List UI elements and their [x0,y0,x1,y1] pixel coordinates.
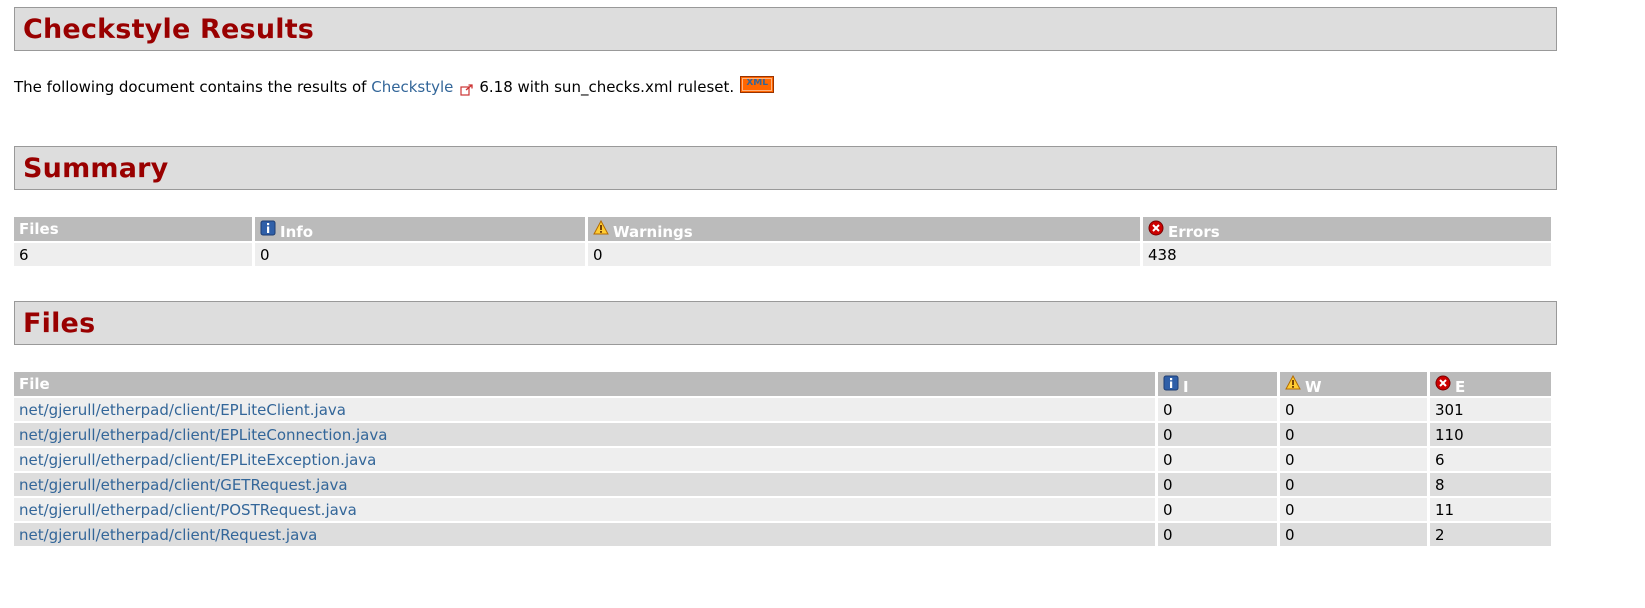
file-link[interactable]: net/gjerull/etherpad/client/GETRequest.j… [19,476,348,494]
summary-col-files: Files [14,217,252,241]
page-title: Checkstyle Results [23,13,315,45]
summary-header-row: Files Info Warnings Errors [14,217,1551,241]
summary-col-warnings: Warnings [588,217,1140,241]
file-cell: net/gjerull/etherpad/client/EPLiteClient… [14,398,1155,421]
files-col-info: I [1158,372,1277,396]
warning-icon [1285,374,1301,391]
files-title: Files [23,307,96,339]
warning-icon [593,219,609,236]
summary-col-info: Info [255,217,585,241]
warnings-cell: 0 [1280,448,1427,471]
file-cell: net/gjerull/etherpad/client/GETRequest.j… [14,473,1155,496]
table-row: net/gjerull/etherpad/client/POSTRequest.… [14,498,1551,521]
summary-col-errors: Errors [1143,217,1551,241]
info-cell: 0 [1158,473,1277,496]
external-link-icon [460,81,474,96]
summary-files-count: 6 [14,243,252,266]
files-col-errors: E [1430,372,1551,396]
page-title-bar: Checkstyle Results [14,7,1557,51]
summary-col-files-label: Files [19,220,59,238]
files-col-file-label: File [19,375,50,393]
files-header-row: File I W E [14,372,1551,396]
summary-table: Files Info Warnings Errors 6 0 0 438 [11,215,1554,268]
table-row: net/gjerull/etherpad/client/GETRequest.j… [14,473,1551,496]
intro-text: The following document contains the resu… [14,75,1557,97]
file-link[interactable]: net/gjerull/etherpad/client/EPLiteConnec… [19,426,387,444]
errors-cell: 301 [1430,398,1551,421]
file-cell: net/gjerull/etherpad/client/Request.java [14,523,1155,546]
summary-col-errors-label: Errors [1168,223,1220,241]
file-link[interactable]: net/gjerull/etherpad/client/Request.java [19,526,317,544]
errors-cell: 8 [1430,473,1551,496]
files-col-errors-label: E [1455,378,1466,396]
files-table: File I W E net/gjerull/etherpad/client/E… [11,370,1554,548]
info-cell: 0 [1158,523,1277,546]
warnings-cell: 0 [1280,523,1427,546]
files-col-file: File [14,372,1155,396]
warnings-cell: 0 [1280,423,1427,446]
error-icon [1435,375,1451,391]
warnings-cell: 0 [1280,398,1427,421]
page-content: Checkstyle Results The following documen… [14,7,1557,548]
errors-cell: 2 [1430,523,1551,546]
info-cell: 0 [1158,423,1277,446]
info-cell: 0 [1158,398,1277,421]
warnings-cell: 0 [1280,498,1427,521]
intro-prefix: The following document contains the resu… [14,78,367,96]
info-cell: 0 [1158,448,1277,471]
info-icon [260,220,276,236]
errors-cell: 6 [1430,448,1551,471]
errors-cell: 110 [1430,423,1551,446]
summary-warnings-count: 0 [588,243,1140,266]
summary-info-count: 0 [255,243,585,266]
intro-suffix: 6.18 with sun_checks.xml ruleset. [479,78,735,96]
info-cell: 0 [1158,498,1277,521]
files-col-warnings: W [1280,372,1427,396]
file-link[interactable]: net/gjerull/etherpad/client/EPLiteExcept… [19,451,376,469]
file-cell: net/gjerull/etherpad/client/POSTRequest.… [14,498,1155,521]
files-col-info-label: I [1183,378,1189,396]
file-cell: net/gjerull/etherpad/client/EPLiteExcept… [14,448,1155,471]
info-icon [1163,375,1179,391]
table-row: net/gjerull/etherpad/client/Request.java… [14,523,1551,546]
errors-cell: 11 [1430,498,1551,521]
summary-title-bar: Summary [14,146,1557,190]
file-link[interactable]: net/gjerull/etherpad/client/POSTRequest.… [19,501,357,519]
summary-col-info-label: Info [280,223,314,241]
file-link[interactable]: net/gjerull/etherpad/client/EPLiteClient… [19,401,346,419]
xml-report-badge[interactable]: XML [740,75,775,93]
warnings-cell: 0 [1280,473,1427,496]
summary-errors-count: 438 [1143,243,1551,266]
table-row: net/gjerull/etherpad/client/EPLiteConnec… [14,423,1551,446]
summary-col-warnings-label: Warnings [613,223,693,241]
summary-title: Summary [23,152,169,184]
summary-values-row: 6 0 0 438 [14,243,1551,266]
error-icon [1148,220,1164,236]
file-cell: net/gjerull/etherpad/client/EPLiteConnec… [14,423,1155,446]
table-row: net/gjerull/etherpad/client/EPLiteExcept… [14,448,1551,471]
checkstyle-link[interactable]: Checkstyle [371,77,453,97]
files-title-bar: Files [14,301,1557,345]
table-row: net/gjerull/etherpad/client/EPLiteClient… [14,398,1551,421]
files-col-warnings-label: W [1305,378,1322,396]
